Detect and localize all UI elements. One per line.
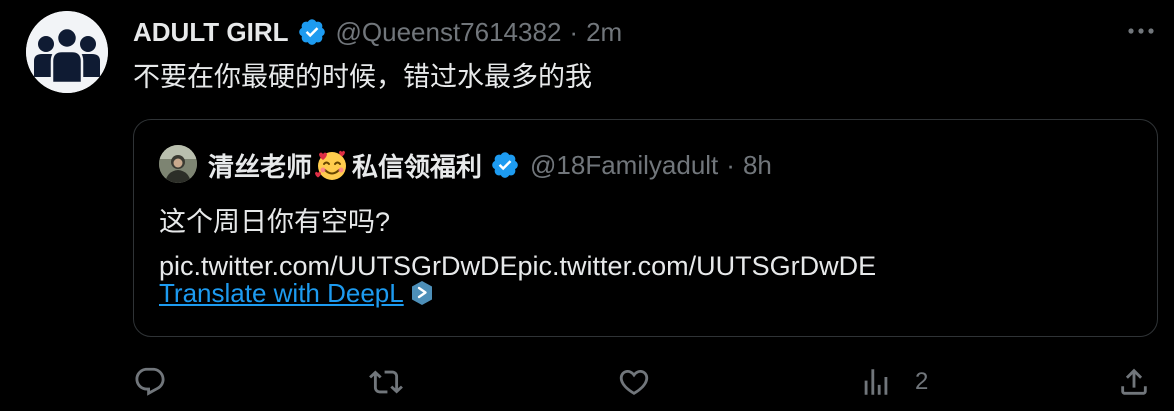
- deepl-icon[interactable]: [410, 280, 434, 306]
- share-button[interactable]: [1117, 362, 1151, 402]
- separator-dot: ·: [726, 149, 735, 180]
- like-icon: [619, 369, 649, 395]
- share-icon: [1121, 368, 1147, 395]
- views-count: 2: [915, 368, 929, 395]
- reply-icon: [135, 367, 165, 396]
- quoted-tweet-timestamp[interactable]: 8h: [743, 150, 772, 181]
- more-options-button[interactable]: [1124, 18, 1158, 44]
- translate-with-deepl-link[interactable]: Translate with DeepL: [159, 278, 404, 309]
- quoted-tweet-header: 清丝老师 私信领福利 @18Familyadult · 8h: [208, 147, 772, 183]
- person-photo-icon: [159, 145, 197, 183]
- reply-button[interactable]: [133, 362, 167, 402]
- views-button[interactable]: 2: [859, 362, 928, 402]
- group-people-icon: [26, 11, 108, 93]
- verified-badge-icon: [490, 150, 520, 180]
- retweet-icon: [369, 370, 403, 394]
- tweet-timestamp[interactable]: 2m: [586, 17, 622, 48]
- quoted-tweet-card[interactable]: 清丝老师 私信领福利 @18Familyadult · 8h 这个周日你有空吗?…: [133, 119, 1158, 337]
- tweet-header: ADULT GIRL @Queenst7614382 · 2m: [133, 14, 622, 50]
- like-button[interactable]: [617, 362, 651, 402]
- tweet[interactable]: ADULT GIRL @Queenst7614382 · 2m 不要在你最硬的时…: [0, 0, 1174, 411]
- views-icon: [864, 369, 888, 395]
- more-horizontal-icon: [1128, 28, 1154, 34]
- quoted-author-name-part2: 私信领福利: [352, 151, 483, 182]
- author-display-name[interactable]: ADULT GIRL: [133, 17, 289, 48]
- translate-row: Translate with DeepL: [159, 274, 434, 312]
- quoted-author-handle[interactable]: @18Familyadult: [530, 150, 718, 181]
- quoted-author-name-part1: 清丝老师: [208, 151, 313, 182]
- tweet-text: 不要在你最硬的时候，错过水最多的我: [133, 62, 592, 92]
- smiling-face-with-hearts-icon: [314, 147, 350, 183]
- verified-badge-icon: [297, 17, 327, 47]
- separator-dot: ·: [569, 16, 579, 47]
- retweet-button[interactable]: [369, 362, 403, 402]
- author-avatar[interactable]: [26, 11, 108, 93]
- quoted-author-avatar[interactable]: [159, 145, 197, 183]
- quoted-tweet-text-line1: 这个周日你有空吗?: [159, 207, 391, 237]
- tweet-actions-bar: 2: [133, 362, 1158, 402]
- quoted-author-display-name[interactable]: 清丝老师 私信领福利: [208, 147, 482, 184]
- author-handle[interactable]: @Queenst7614382: [336, 17, 562, 48]
